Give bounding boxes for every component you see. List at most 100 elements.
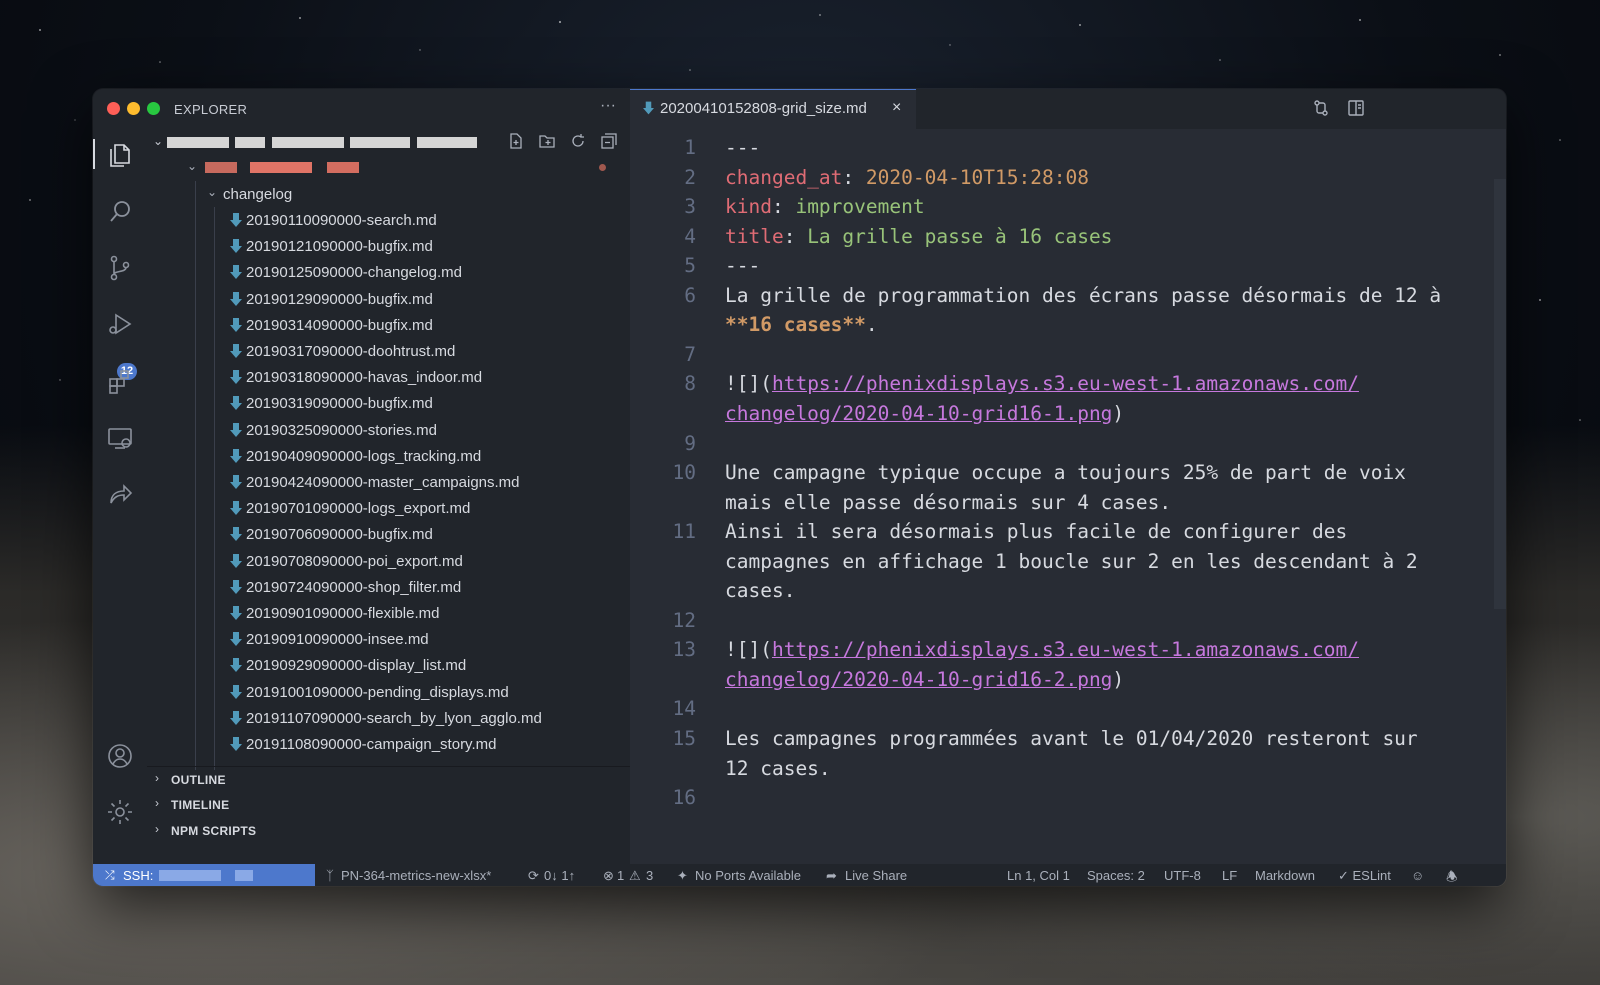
account-icon[interactable] xyxy=(105,741,135,771)
search-icon[interactable] xyxy=(105,197,135,227)
tree-item-file[interactable]: 20190724090000-shop_filter.md xyxy=(147,574,630,600)
tree-item-file[interactable]: 20190319090000-bugfix.md xyxy=(147,390,630,416)
redacted-folder-name xyxy=(250,162,312,173)
open-preview-icon[interactable] xyxy=(1347,99,1365,122)
live-share-icon[interactable] xyxy=(105,479,135,509)
tree-item-file[interactable]: 20190901090000-flexible.md xyxy=(147,600,630,626)
workspace-folder-header[interactable]: ⌄ xyxy=(147,129,630,155)
tree-item-file[interactable]: 20190424090000-master_campaigns.md xyxy=(147,469,630,495)
markdown-file-icon xyxy=(230,684,242,699)
file-label: 20190319090000-bugfix.md xyxy=(246,395,433,413)
error-count[interactable]: 1 xyxy=(617,868,624,883)
token: --- xyxy=(725,254,761,278)
redacted-host xyxy=(159,870,221,881)
code-line: 14 xyxy=(630,694,1494,725)
token: ![]( xyxy=(725,638,772,662)
maximize-window-button[interactable] xyxy=(147,102,160,115)
extensions-icon[interactable] xyxy=(105,367,135,397)
line-text: --- xyxy=(725,251,760,282)
explorer-sidebar: ⌄ ⌄ ⌄ changelog 20190110090000-search.md… xyxy=(147,129,630,864)
source-control-icon[interactable] xyxy=(105,253,135,283)
section-npm-scripts[interactable]: › NPM SCRIPTS xyxy=(147,818,630,844)
image-link[interactable]: https://phenixdisplays.s3.eu-west-1.amaz… xyxy=(772,638,1359,661)
settings-gear-icon[interactable] xyxy=(105,797,135,827)
live-share-status-icon[interactable]: ➦ xyxy=(826,868,837,884)
section-timeline[interactable]: › TIMELINE xyxy=(147,792,630,818)
tree-item-file[interactable]: 20191108090000-campaign_story.md xyxy=(147,731,630,757)
new-file-icon[interactable] xyxy=(507,132,525,155)
open-changes-icon[interactable] xyxy=(1312,99,1330,122)
tree-item-file[interactable]: 20190129090000-bugfix.md xyxy=(147,286,630,312)
warning-count[interactable]: 3 xyxy=(646,868,653,883)
tree-item-file[interactable]: 20190409090000-logs_tracking.md xyxy=(147,443,630,469)
notifications-bell-icon[interactable]: 🕭 xyxy=(1446,868,1458,886)
tree-item-file[interactable]: 20190708090000-poi_export.md xyxy=(147,548,630,574)
line-number: 5 xyxy=(684,254,696,278)
indentation[interactable]: Spaces: 2 xyxy=(1087,868,1145,883)
tree-item-redacted-folder[interactable]: ⌄ xyxy=(147,155,630,181)
explorer-icon[interactable] xyxy=(93,139,135,169)
sidebar-more-actions-icon[interactable]: ··· xyxy=(600,97,616,115)
markdown-file-icon xyxy=(230,448,242,463)
redacted-folder-name xyxy=(167,137,229,148)
ports-icon[interactable]: ✦ xyxy=(677,868,688,884)
tree-item-file[interactable]: 20190314090000-bugfix.md xyxy=(147,312,630,338)
error-icon[interactable]: ⊗ xyxy=(603,868,614,884)
tree-item-file[interactable]: 20191001090000-pending_displays.md xyxy=(147,679,630,705)
new-folder-icon[interactable] xyxy=(538,132,556,155)
tree-item-file[interactable]: 20190121090000-bugfix.md xyxy=(147,233,630,259)
markdown-file-icon xyxy=(230,213,242,227)
tree-item-file[interactable]: 20190125090000-changelog.md xyxy=(147,259,630,285)
tab-active-file[interactable]: 20200410152808-grid_size.md × xyxy=(630,89,916,129)
line-text: mais elle passe désormais sur 4 cases. xyxy=(725,488,1171,519)
remote-explorer-icon[interactable] xyxy=(105,423,135,453)
tree-item-file[interactable]: 20190325090000-stories.md xyxy=(147,417,630,443)
minimize-window-button[interactable] xyxy=(127,102,140,115)
tree-item-file[interactable]: 20190910090000-insee.md xyxy=(147,626,630,652)
editor-scrollbar[interactable] xyxy=(1494,179,1506,609)
token: --- xyxy=(725,136,761,159)
sync-icon[interactable]: ⟳ xyxy=(528,868,539,884)
editor-area[interactable]: 1 --- 2 changed_at: 2020-04-10T15:28:08 3 kin… xyxy=(630,129,1506,864)
collapse-all-icon[interactable] xyxy=(600,132,618,155)
file-label: 20190424090000-master_campaigns.md xyxy=(246,474,520,491)
run-debug-icon[interactable] xyxy=(105,309,135,339)
token: campagnes en affichage 1 boucle sur 2 en… xyxy=(725,549,1418,573)
refresh-icon[interactable] xyxy=(569,132,587,155)
tree-item-folder[interactable]: ⌄ changelog xyxy=(147,181,630,207)
line-text: Ainsi il sera désormais plus facile de c… xyxy=(725,517,1347,548)
code-line: 2 changed_at: 2020-04-10T15:28:08 xyxy=(630,163,1494,194)
chevron-down-icon: ⌄ xyxy=(207,185,218,199)
tree-item-file[interactable]: 20190929090000-display_list.md xyxy=(147,652,630,678)
cursor-position[interactable]: Ln 1, Col 1 xyxy=(1007,868,1070,883)
section-outline[interactable]: › OUTLINE xyxy=(147,766,630,793)
code-line: 3 kind: improvement xyxy=(630,192,1494,223)
image-link[interactable]: changelog/2020-04-10-grid16-2.png xyxy=(725,668,1112,691)
eslint-status[interactable]: ✓ ESLint xyxy=(1338,868,1391,884)
live-share-label[interactable]: Live Share xyxy=(845,868,907,883)
tree-item-file[interactable]: 20190318090000-havas_indoor.md xyxy=(147,364,630,390)
image-link[interactable]: https://phenixdisplays.s3.eu-west-1.amaz… xyxy=(772,372,1359,395)
sync-status[interactable]: 0↓ 1↑ xyxy=(544,868,575,883)
encoding[interactable]: UTF-8 xyxy=(1164,868,1201,883)
close-window-button[interactable] xyxy=(107,102,120,115)
section-label: OUTLINE xyxy=(171,773,226,787)
token: ![]( xyxy=(725,372,772,396)
remote-indicator[interactable]: ⤮ SSH: xyxy=(93,864,315,886)
branch-name[interactable]: PN-364-metrics-new-xlsx* xyxy=(341,868,491,883)
code-line: 11 Ainsi il sera désormais plus facile de… xyxy=(630,517,1494,548)
image-link[interactable]: changelog/2020-04-10-grid16-1.png xyxy=(725,402,1112,425)
ports-status[interactable]: No Ports Available xyxy=(695,868,801,883)
token: ) xyxy=(1112,667,1125,691)
feedback-icon[interactable]: ☺ xyxy=(1411,868,1424,883)
tree-item-file[interactable]: 20190706090000-bugfix.md xyxy=(147,521,630,547)
language-mode[interactable]: Markdown xyxy=(1255,868,1315,883)
tree-item-file[interactable]: 20190317090000-doohtrust.md xyxy=(147,338,630,364)
warning-icon[interactable]: ⚠ xyxy=(629,868,641,884)
explorer-title: EXPLORER xyxy=(174,102,248,117)
tree-item-file[interactable]: 20190701090000-logs_export.md xyxy=(147,495,630,521)
tree-item-file[interactable]: 20190110090000-search.md xyxy=(147,207,630,233)
tab-close-icon[interactable]: × xyxy=(892,99,901,117)
end-of-line[interactable]: LF xyxy=(1222,868,1237,883)
tree-item-file[interactable]: 20191107090000-search_by_lyon_agglo.md xyxy=(147,705,630,731)
